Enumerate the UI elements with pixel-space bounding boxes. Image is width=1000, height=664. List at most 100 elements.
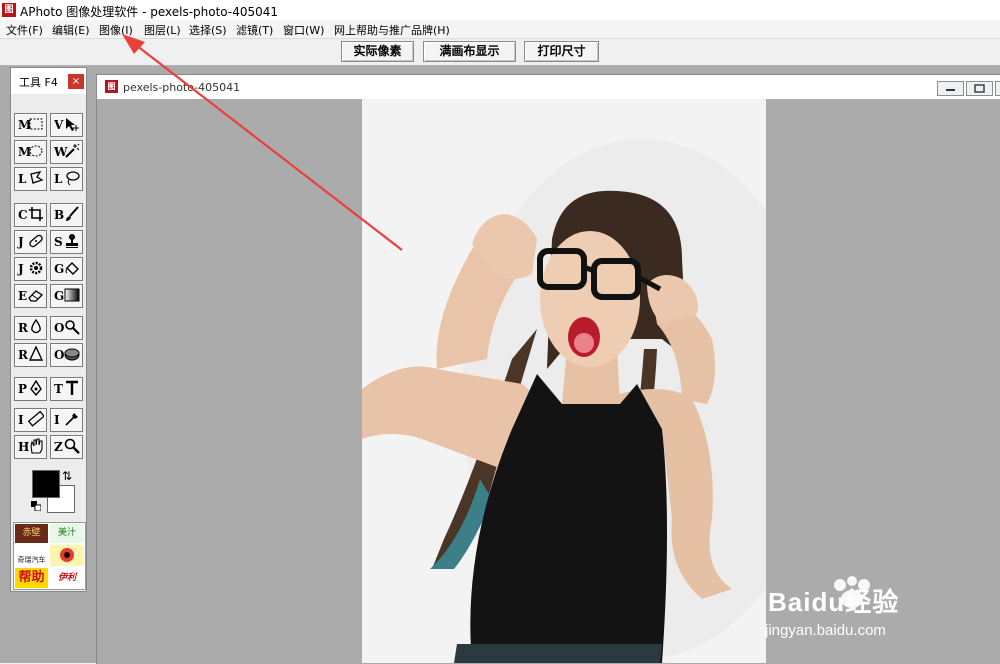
tool-shortcut: S [54, 235, 63, 249]
rect-marquee-icon [29, 118, 43, 130]
sharpen-tool[interactable]: R [14, 343, 47, 367]
text-icon [66, 380, 78, 395]
eyedropper-tool[interactable]: I [50, 408, 83, 432]
tool-shortcut: P [18, 382, 28, 396]
ad-yili[interactable]: 伊利 [50, 568, 84, 588]
paint-bucket-tool[interactable]: G [50, 257, 83, 281]
print-size-button[interactable]: 打印尺寸 [524, 41, 599, 62]
ad-area: 赤壁 美汁 奇瑞汽车 帮助 伊利 [13, 522, 86, 590]
ad-chery[interactable]: 奇瑞汽车 [15, 545, 48, 566]
menu-file[interactable]: 文件(F) [6, 22, 43, 38]
bucket-icon [65, 262, 79, 275]
ad-meizhi[interactable]: 美汁 [50, 524, 84, 543]
tool-shortcut: R [18, 321, 28, 335]
title-bar: 图 APhoto 图像处理软件 - pexels-photo-405041 [0, 0, 1000, 20]
tool-shortcut: G [54, 262, 65, 276]
tool-shortcut: V [54, 118, 64, 132]
view-toolbar: 实际像素 满画布显示 打印尺寸 [0, 39, 1000, 66]
blur-tool[interactable]: R [14, 316, 47, 340]
tool-shortcut: L [54, 172, 63, 186]
ruler-icon [28, 411, 44, 427]
tool-panel-header: 工具 F4 × [11, 68, 86, 94]
minimize-icon [946, 89, 955, 91]
tool-shortcut: O [54, 321, 65, 335]
close-button[interactable] [995, 81, 1000, 96]
gradient-tool[interactable]: G [50, 284, 83, 308]
menu-edit[interactable]: 编辑(E) [52, 22, 90, 38]
dodge-icon [65, 320, 80, 335]
tool-panel: 工具 F4 × M V M W L L C B J S J G E G R O … [10, 67, 87, 592]
tool-shortcut: C [18, 208, 28, 222]
document-title: pexels-photo-405041 [123, 81, 241, 94]
dodge-tool[interactable]: O [50, 316, 83, 340]
minimize-button[interactable] [937, 81, 964, 96]
sharpen-icon [28, 346, 44, 361]
document-icon: 图 [105, 80, 118, 93]
gear-stamp-icon [29, 261, 43, 275]
text-tool[interactable]: T [50, 377, 83, 401]
hand-icon [30, 438, 43, 454]
tool-shortcut: R [18, 348, 28, 362]
watermark-url: jingyan.baidu.com [765, 622, 886, 639]
move-icon [66, 118, 79, 131]
reset-colors-icon[interactable] [31, 501, 41, 511]
sponge-icon [64, 348, 80, 361]
menu-help[interactable]: 网上帮助与推广品牌(H) [334, 22, 450, 38]
zoom-tool[interactable]: Z [50, 435, 83, 459]
menu-image[interactable]: 图像(I) [99, 22, 133, 38]
ad-chibi[interactable]: 赤壁 [15, 524, 48, 543]
tool-shortcut: E [18, 289, 28, 303]
document-titlebar[interactable]: 图 pexels-photo-405041 [97, 75, 1000, 99]
ad-help[interactable]: 帮助 [15, 568, 48, 588]
crop-icon [29, 207, 43, 221]
pen-icon [30, 380, 42, 396]
measure-tool[interactable]: I [14, 408, 47, 432]
gradient-icon [64, 288, 80, 302]
tool-shortcut: T [54, 382, 63, 396]
healing-tool[interactable]: J [14, 230, 47, 254]
pattern-stamp-tool[interactable]: J [14, 257, 47, 281]
foreground-color-swatch[interactable] [32, 470, 60, 498]
swap-colors-icon[interactable]: ⇅ [62, 469, 72, 483]
tool-shortcut: L [18, 172, 27, 186]
poly-lasso-tool[interactable]: L [50, 167, 83, 191]
crop-tool[interactable]: C [14, 203, 47, 227]
lasso-icon [30, 171, 44, 184]
pen-tool[interactable]: P [14, 377, 47, 401]
magic-wand-tool[interactable]: W [50, 140, 83, 164]
lasso-tool[interactable]: L [14, 167, 47, 191]
magic-wand-icon [65, 143, 80, 158]
maximize-icon [974, 84, 985, 93]
rect-marquee-tool[interactable]: M [14, 113, 47, 137]
photo-image[interactable] [362, 99, 766, 663]
app-logo-icon: 图 [2, 3, 16, 17]
brush-tool[interactable]: B [50, 203, 83, 227]
sponge-tool[interactable]: O [50, 343, 83, 367]
maximize-button[interactable] [966, 81, 993, 96]
fit-canvas-button[interactable]: 满画布显示 [423, 41, 516, 62]
tool-shortcut: I [18, 413, 24, 427]
tool-shortcut: B [54, 208, 65, 222]
blur-drop-icon [31, 319, 41, 334]
ad-eye[interactable] [50, 545, 84, 566]
eye-icon [60, 548, 74, 562]
hand-tool[interactable]: H [14, 435, 47, 459]
window-title: APhoto 图像处理软件 - pexels-photo-405041 [20, 5, 279, 19]
eyedropper-icon [65, 413, 78, 426]
bandage-icon [29, 234, 43, 248]
eraser-tool[interactable]: E [14, 284, 47, 308]
actual-pixels-button[interactable]: 实际像素 [341, 41, 414, 62]
menu-filter[interactable]: 滤镜(T) [236, 22, 273, 38]
tool-shortcut: J [18, 235, 24, 249]
portrait-photo [362, 99, 766, 663]
clone-stamp-tool[interactable]: S [50, 230, 83, 254]
close-icon[interactable]: × [68, 74, 84, 89]
brush-icon [66, 206, 79, 221]
ellipse-marquee-tool[interactable]: M [14, 140, 47, 164]
poly-lasso-icon [66, 171, 80, 186]
eraser-icon [28, 290, 44, 302]
menu-window[interactable]: 窗口(W) [283, 22, 324, 38]
menu-select[interactable]: 选择(S) [189, 22, 227, 38]
move-tool[interactable]: V [50, 113, 83, 137]
menu-layer[interactable]: 图层(L) [144, 22, 181, 38]
